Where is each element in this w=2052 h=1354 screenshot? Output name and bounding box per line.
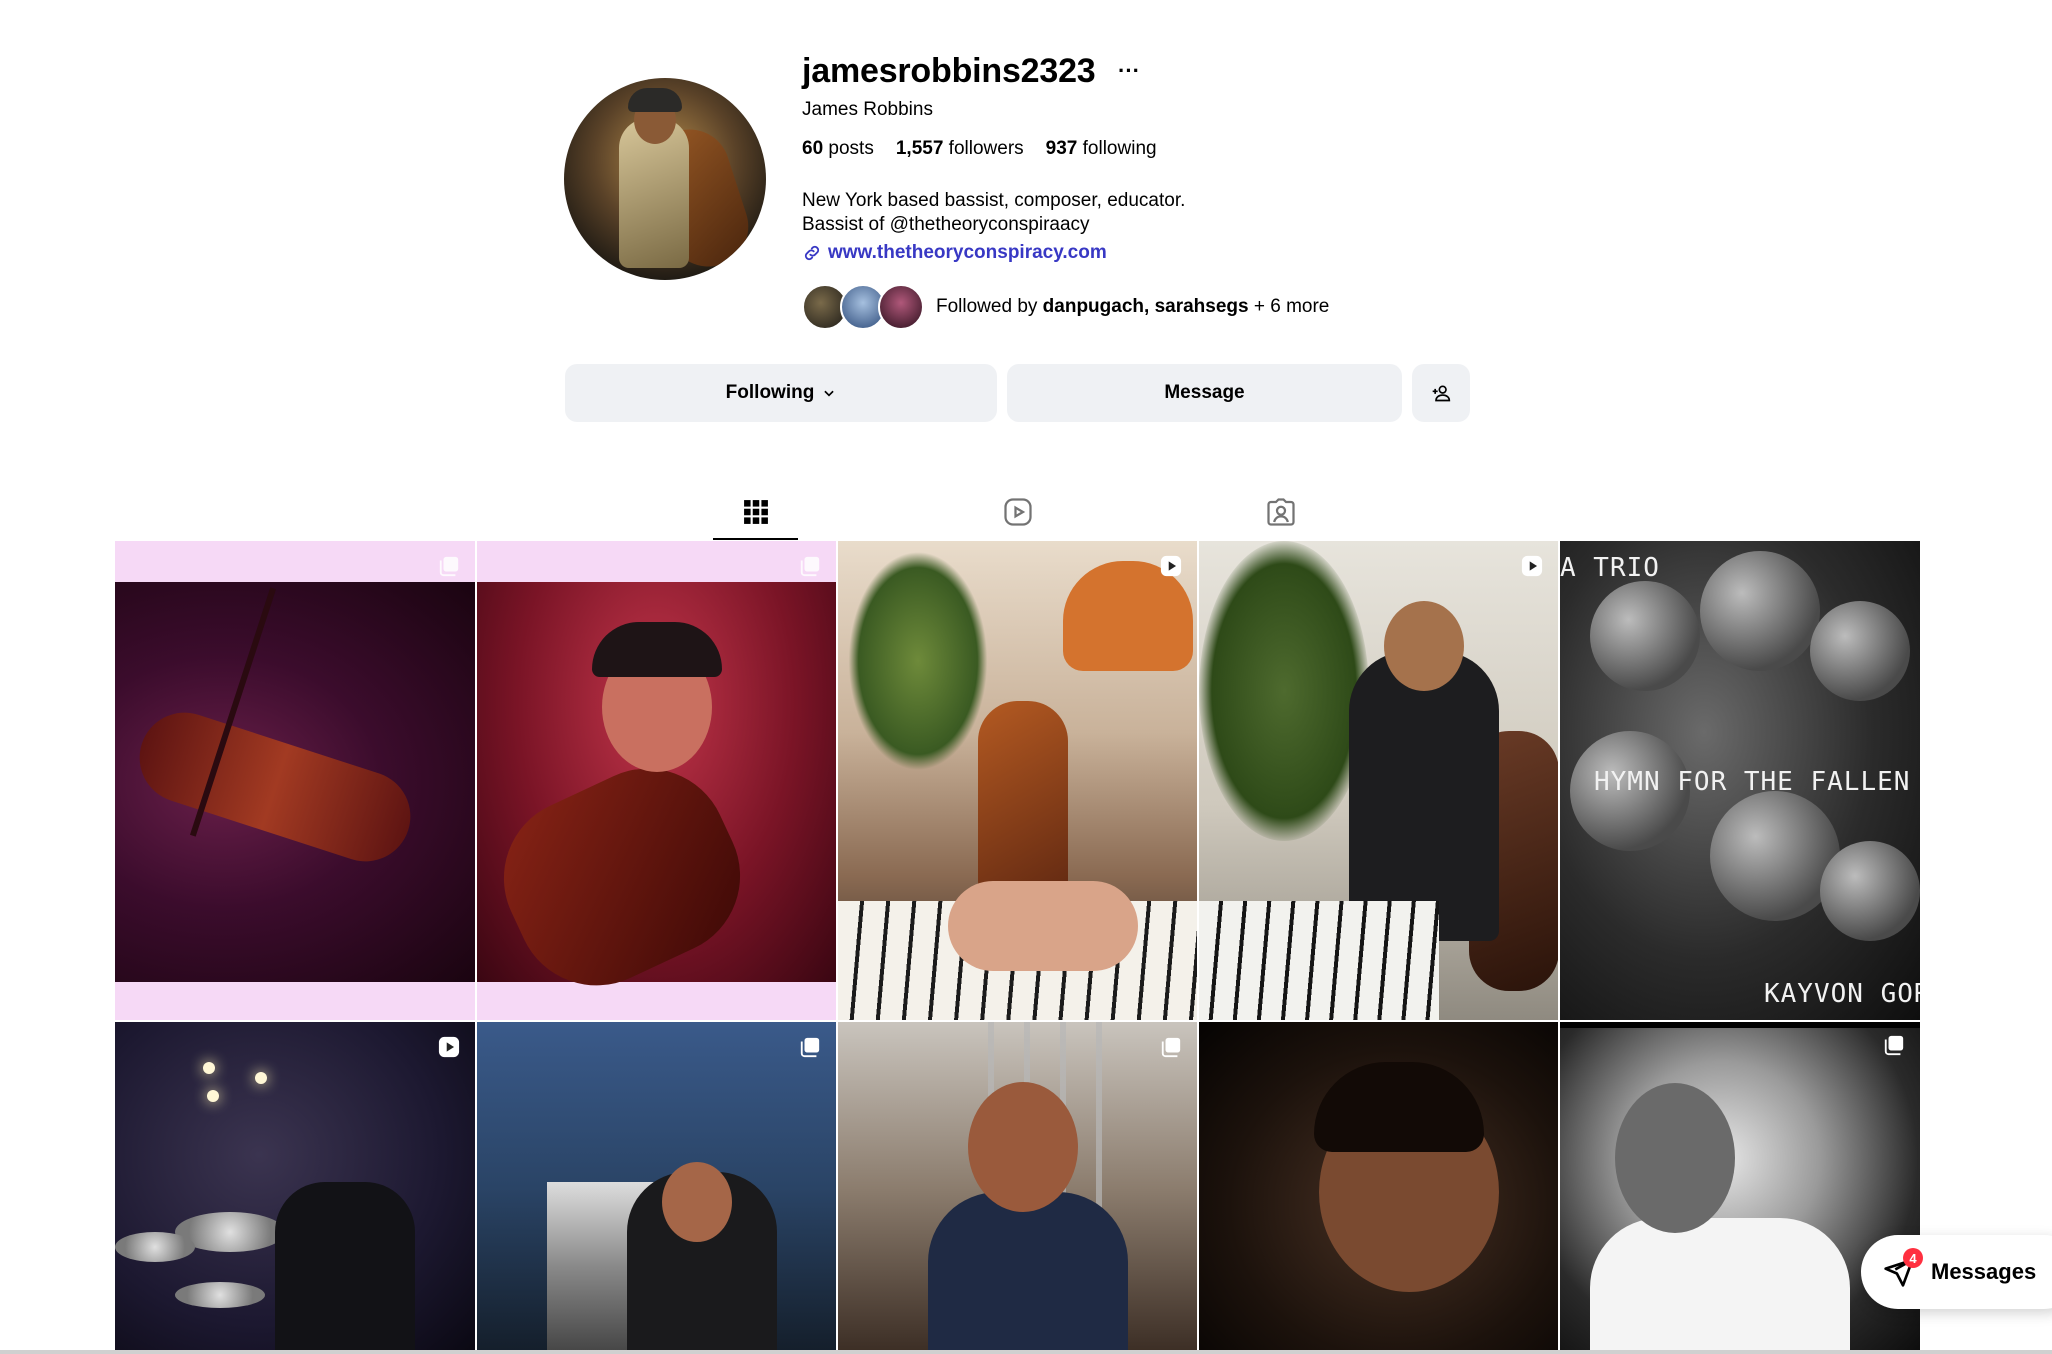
following-button[interactable]: Following (565, 364, 997, 422)
message-button[interactable]: Message (1007, 364, 1402, 422)
reel-badge-icon (1521, 555, 1543, 577)
mutual-avatars (802, 284, 924, 330)
carousel-badge-icon (439, 556, 459, 577)
post-tile[interactable]: A TRIO HYMN FOR THE FALLEN KAYVON GORI (1560, 541, 1920, 1020)
more-options-icon[interactable]: ··· (1118, 58, 1140, 84)
post-tile[interactable] (115, 1022, 475, 1354)
profile-avatar[interactable] (564, 78, 766, 280)
profile-website-link[interactable]: www.thetheoryconspiracy.com (802, 242, 1107, 264)
messages-button[interactable]: 4 Messages (1861, 1235, 2052, 1309)
following-label: Following (725, 382, 815, 403)
carousel-badge-icon (800, 556, 820, 577)
post-tile[interactable] (115, 541, 475, 1020)
chevron-down-icon (824, 390, 834, 397)
followers-stat[interactable]: 1,557 followers (896, 138, 1024, 160)
post-text: A TRIO (1560, 553, 1660, 583)
post-text: HYMN FOR THE FALLEN (1594, 767, 1911, 797)
suggested-users-button[interactable] (1412, 364, 1470, 422)
message-label: Message (1164, 382, 1245, 403)
profile-username: jamesrobbins2323 (802, 52, 1096, 90)
carousel-badge-icon (1884, 1035, 1904, 1056)
following-stat[interactable]: 937 following (1046, 138, 1157, 160)
posts-stat: 60 posts (802, 138, 874, 159)
followed-by[interactable]: Followed by danpugach, sarahsegs + 6 mor… (802, 284, 1329, 330)
tab-reels[interactable] (975, 486, 1060, 538)
post-tile[interactable] (838, 1022, 1197, 1354)
reels-icon (1003, 498, 1032, 526)
post-tile[interactable] (838, 541, 1197, 1020)
bio-line: New York based bassist, composer, educat… (802, 190, 1186, 211)
tab-tagged[interactable] (1238, 486, 1323, 538)
post-tile[interactable] (1560, 1022, 1920, 1354)
reel-badge-icon (438, 1036, 460, 1058)
messages-label: Messages (1931, 1259, 2037, 1284)
tab-posts[interactable] (713, 486, 798, 540)
add-user-icon (1432, 385, 1451, 402)
link-icon (804, 245, 820, 261)
mutual-avatar (878, 284, 924, 330)
post-tile[interactable] (1199, 1022, 1558, 1354)
profile-full-name: James Robbins (802, 99, 933, 120)
post-tile[interactable] (1199, 541, 1558, 1020)
post-tile[interactable] (477, 1022, 836, 1354)
messages-icon: 4 (1883, 1248, 1923, 1288)
profile-stats: 60 posts 1,557 followers 937 following (802, 138, 1157, 160)
carousel-badge-icon (1161, 1037, 1181, 1058)
bio-line: Bassist of @thetheoryconspiraacy (802, 214, 1090, 235)
grid-icon (743, 500, 768, 524)
reel-badge-icon (1160, 555, 1182, 577)
unread-badge: 4 (1903, 1248, 1923, 1268)
website-text: www.thetheoryconspiracy.com (828, 242, 1107, 263)
bottom-divider (0, 1350, 2052, 1354)
carousel-badge-icon (800, 1037, 820, 1058)
followed-by-text: Followed by danpugach, sarahsegs + 6 mor… (936, 296, 1330, 317)
tagged-icon (1266, 498, 1295, 526)
post-text: KAYVON GORI (1764, 979, 1920, 1009)
post-tile[interactable] (477, 541, 836, 1020)
